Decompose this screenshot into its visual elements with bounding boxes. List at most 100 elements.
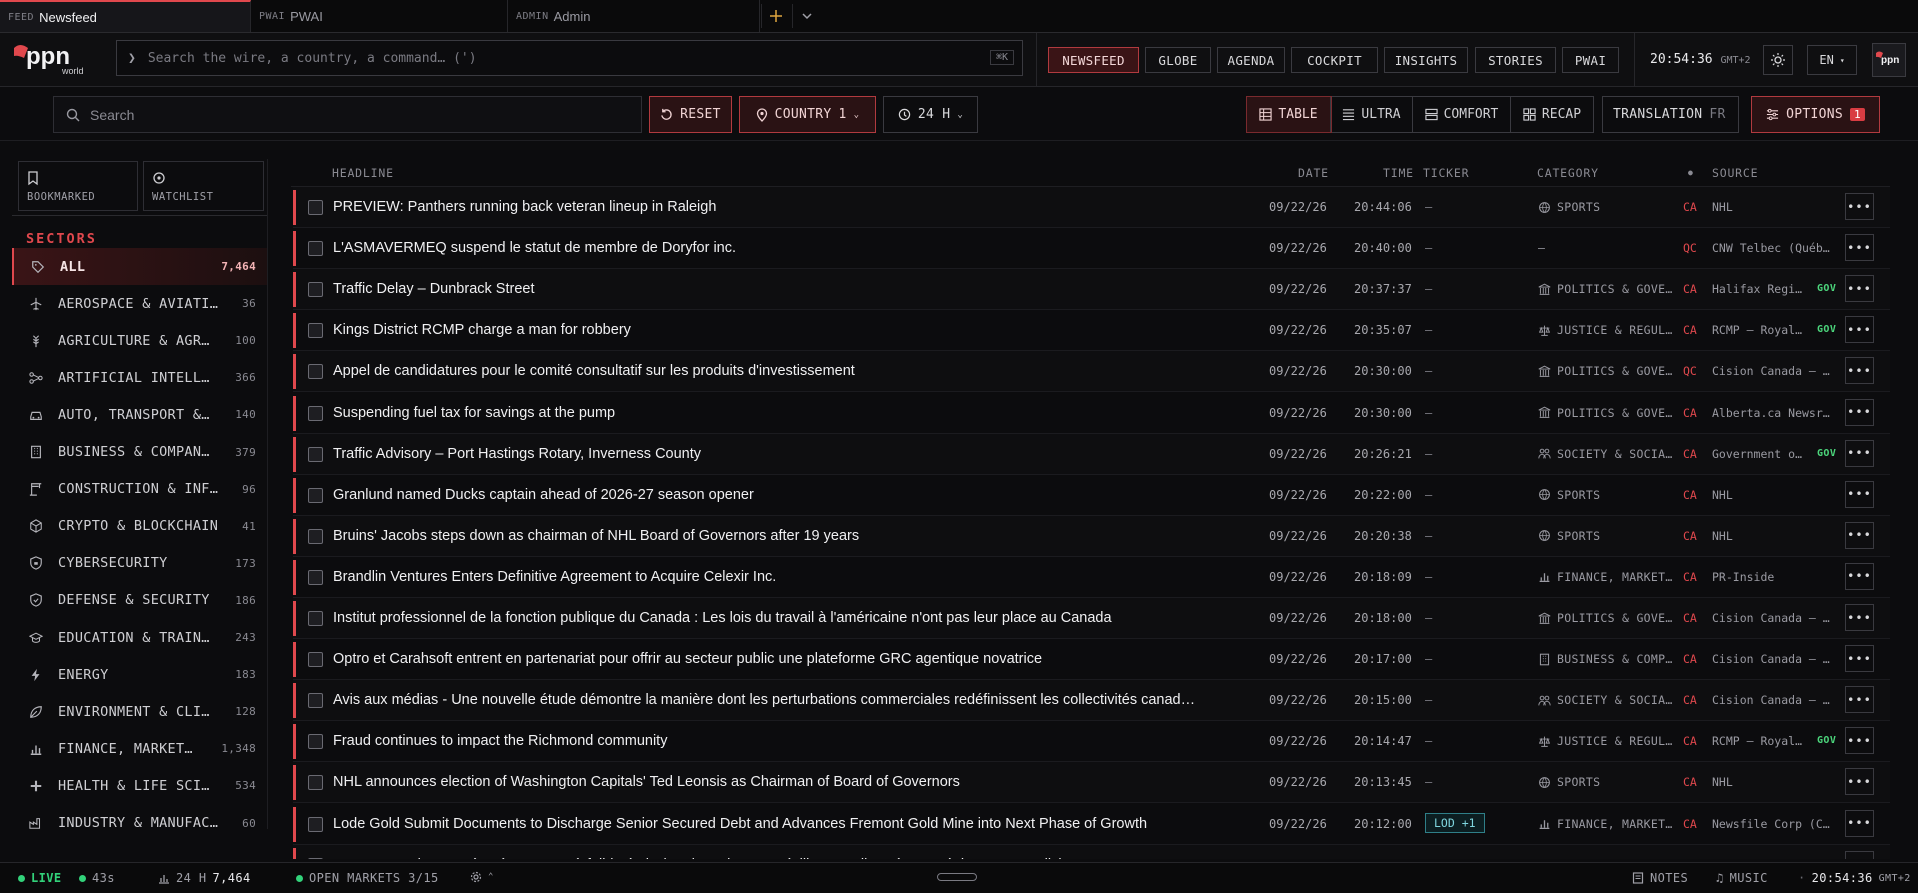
nav-newsfeed[interactable]: NEWSFEED <box>1048 47 1139 73</box>
table-row[interactable]: AECOM soutient un réaménagement à faible… <box>293 844 1890 859</box>
sidebar-item-construction-inf[interactable]: CONSTRUCTION & INF… 96 <box>12 471 267 508</box>
table-row[interactable]: Institut professionnel de la fonction pu… <box>293 598 1890 639</box>
row-more-button[interactable]: ••• <box>1845 234 1874 262</box>
row-checkbox[interactable] <box>308 364 323 380</box>
col-source[interactable]: SOURCE <box>1712 166 1758 180</box>
table-row[interactable]: Suspending fuel tax for savings at the p… <box>293 393 1890 434</box>
tab-menu-button[interactable] <box>792 4 820 28</box>
headline-link[interactable]: Institut professionnel de la fonction pu… <box>333 610 1255 626</box>
nav-insights[interactable]: INSIGHTS <box>1384 47 1468 73</box>
sidebar-item-crypto-blockchain[interactable]: CRYPTO & BLOCKCHAIN 41 <box>12 508 267 545</box>
row-checkbox[interactable] <box>308 857 323 859</box>
row-more-button[interactable]: ••• <box>1845 727 1874 755</box>
headline-link[interactable]: Bruins' Jacobs steps down as chairman of… <box>333 528 1255 544</box>
tab-pwai[interactable]: PWAI PWAI <box>251 0 508 32</box>
row-checkbox[interactable] <box>308 734 323 750</box>
headline-link[interactable]: Granlund named Ducks captain ahead of 20… <box>333 487 1255 503</box>
tab-watchlist[interactable]: WATCHLIST <box>143 161 264 211</box>
row-checkbox[interactable] <box>308 241 323 257</box>
col-headline[interactable]: HEADLINE <box>332 166 394 180</box>
row-checkbox[interactable] <box>308 405 323 421</box>
nav-globe[interactable]: GLOBE <box>1145 47 1211 73</box>
avatar[interactable]: ppn <box>1872 43 1906 77</box>
headline-link[interactable]: Lode Gold Submit Documents to Discharge … <box>333 816 1255 832</box>
table-row[interactable]: Traffic Delay – Dunbrack Street 09/22/26 2… <box>293 269 1890 311</box>
table-row[interactable]: Kings District RCMP charge a man for rob… <box>293 310 1890 352</box>
row-more-button[interactable]: ••• <box>1845 562 1874 590</box>
col-ticker[interactable]: TICKER <box>1423 166 1469 180</box>
options-button[interactable]: OPTIONS 1 <box>1751 96 1880 133</box>
notes-button[interactable]: NOTES <box>1632 871 1688 885</box>
live-indicator[interactable]: LIVE <box>18 871 62 885</box>
row-checkbox[interactable] <box>308 652 323 668</box>
row-checkbox[interactable] <box>308 611 323 626</box>
sidebar-item-artificial-intell[interactable]: ARTIFICIAL INTELL… 366 <box>12 359 267 396</box>
headline-link[interactable]: NHL announces election of Washington Cap… <box>333 774 1255 790</box>
row-more-button[interactable]: ••• <box>1845 357 1874 385</box>
sidebar-item-environment-cli[interactable]: ENVIRONMENT & CLI… 128 <box>12 693 267 730</box>
col-time[interactable]: TIME <box>1383 166 1414 180</box>
table-row[interactable]: PREVIEW: Panthers running back veteran l… <box>293 187 1890 228</box>
row-checkbox[interactable] <box>308 487 323 503</box>
headline-link[interactable]: AECOM soutient un réaménagement à faible… <box>333 857 1255 859</box>
headline-link[interactable]: Suspending fuel tax for savings at the p… <box>333 405 1255 421</box>
row-checkbox[interactable] <box>308 775 323 791</box>
nav-stories[interactable]: STORIES <box>1475 47 1556 73</box>
view-comfort-button[interactable]: COMFORT <box>1413 97 1511 132</box>
col-date[interactable]: DATE <box>1298 166 1329 180</box>
headline-link[interactable]: Avis aux médias - Une nouvelle étude dém… <box>333 692 1255 708</box>
row-checkbox[interactable] <box>308 200 323 215</box>
feed-search-input[interactable]: Search <box>53 96 642 133</box>
row-more-button[interactable]: ••• <box>1845 850 1874 859</box>
row-checkbox[interactable] <box>308 528 323 544</box>
language-select[interactable]: EN ▾ <box>1807 45 1857 75</box>
table-row[interactable]: Fraud continues to impact the Richmond c… <box>293 721 1890 763</box>
row-more-button[interactable]: ••• <box>1845 439 1874 467</box>
sidebar-item-defense-security[interactable]: DEFENSE & SECURITY 186 <box>12 582 267 619</box>
view-recap-button[interactable]: RECAP <box>1511 97 1593 132</box>
table-row[interactable]: Appel de candidatures pour le comité con… <box>293 351 1890 393</box>
ticker-badge[interactable]: LOD +1 <box>1425 812 1485 833</box>
tab-bookmarked[interactable]: BOOKMARKED <box>18 161 138 211</box>
row-checkbox[interactable] <box>308 323 323 339</box>
row-more-button[interactable]: ••• <box>1845 316 1874 344</box>
table-row[interactable]: L'ASMAVERMEQ suspend le statut de membre… <box>293 228 1890 270</box>
row-checkbox[interactable] <box>308 816 323 832</box>
sidebar-item-industry-manufac[interactable]: INDUSTRY & MANUFAC… 60 <box>12 805 267 829</box>
row-checkbox[interactable] <box>308 282 323 298</box>
row-more-button[interactable]: ••• <box>1845 645 1874 673</box>
nav-agenda[interactable]: AGENDA <box>1217 47 1285 73</box>
table-row[interactable]: Brandlin Ventures Enters Definitive Agre… <box>293 557 1890 598</box>
row-more-button[interactable]: ••• <box>1845 521 1874 549</box>
headline-link[interactable]: L'ASMAVERMEQ suspend le statut de membre… <box>333 240 1255 256</box>
sidebar-item-business-compan[interactable]: BUSINESS & COMPAN… 379 <box>12 434 267 471</box>
sidebar-item-health-life-sci[interactable]: HEALTH & LIFE SCI… 534 <box>12 767 267 804</box>
row-more-button[interactable]: ••• <box>1845 193 1874 220</box>
headline-link[interactable]: PREVIEW: Panthers running back veteran l… <box>333 199 1255 215</box>
view-table-button[interactable]: TABLE <box>1246 96 1332 133</box>
add-tab-button[interactable] <box>761 4 789 28</box>
row-more-button[interactable]: ••• <box>1845 686 1874 714</box>
col-region[interactable]: ● <box>1688 168 1694 177</box>
nav-cockpit[interactable]: COCKPIT <box>1291 47 1378 73</box>
table-row[interactable]: Optro et Carahsoft entrent en partenaria… <box>293 639 1890 681</box>
translation-toggle-button[interactable]: TRANSLATION FR <box>1602 96 1739 133</box>
sidebar-item-auto-transport[interactable]: AUTO, TRANSPORT &… 140 <box>12 396 267 433</box>
row-more-button[interactable]: ••• <box>1845 275 1874 303</box>
row-checkbox[interactable] <box>308 446 323 462</box>
settings-toggle[interactable]: ⌃ <box>470 871 494 883</box>
nav-pwai[interactable]: PWAI <box>1562 47 1619 73</box>
headline-link[interactable]: Brandlin Ventures Enters Definitive Agre… <box>333 569 1255 585</box>
view-ultra-button[interactable]: ULTRA <box>1331 97 1413 132</box>
headline-link[interactable]: Traffic Delay – Dunbrack Street <box>333 281 1255 297</box>
table-row[interactable]: Traffic Advisory – Port Hastings Rotary,… <box>293 433 1890 475</box>
col-category[interactable]: CATEGORY <box>1537 166 1599 180</box>
tab-admin[interactable]: ADMIN Admin <box>508 0 760 32</box>
table-row[interactable]: NHL announces election of Washington Cap… <box>293 762 1890 804</box>
sidebar-item-agriculture-agr[interactable]: AGRICULTURE & AGR… 100 <box>12 322 267 359</box>
headline-link[interactable]: Optro et Carahsoft entrent en partenaria… <box>333 651 1255 667</box>
headline-link[interactable]: Appel de candidatures pour le comité con… <box>333 363 1255 379</box>
sidebar-item-cybersecurity[interactable]: CYBERSECURITY 173 <box>12 545 267 582</box>
table-row[interactable]: Bruins' Jacobs steps down as chairman of… <box>293 515 1890 557</box>
sidebar-item-finance-market[interactable]: FINANCE, MARKET… 1,348 <box>12 730 267 767</box>
